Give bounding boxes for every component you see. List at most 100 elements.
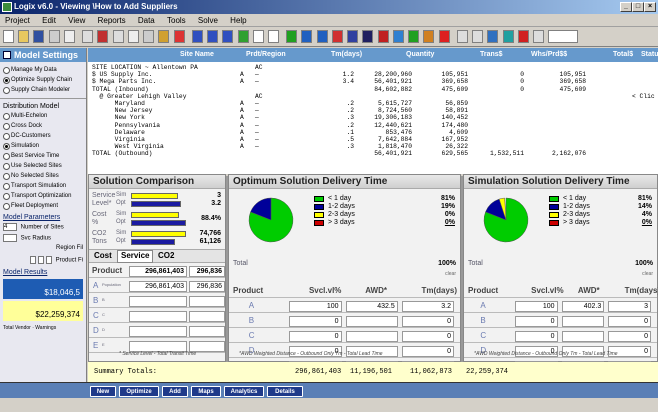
network-icon[interactable] [191, 30, 203, 43]
radio-distribution-8[interactable]: Transport Optimization [0, 191, 86, 201]
page-icon[interactable] [456, 30, 468, 43]
maps-button[interactable]: Maps [191, 386, 221, 397]
table-cell-s[interactable]: 0 [514, 316, 558, 327]
export-icon[interactable] [472, 30, 484, 43]
table-cell-s[interactable]: 100 [514, 301, 558, 312]
comparison-product-row[interactable]: CC [89, 308, 225, 323]
menu-help[interactable]: Help [230, 16, 246, 25]
table-cell-a[interactable] [345, 316, 398, 327]
comparison-product-row[interactable]: A Population 296,861,403 296,836 [89, 278, 225, 293]
radio-optimize-supply-chain[interactable]: Optimize Supply Chain [0, 75, 86, 85]
new-file-icon[interactable] [3, 30, 14, 43]
sync-icon[interactable] [502, 30, 514, 43]
table-row[interactable]: C 0 0 [464, 328, 657, 343]
col-tm-days[interactable]: Tm(days) [331, 48, 362, 62]
radio-manage-data[interactable]: Manage My Data [0, 65, 86, 75]
table-row[interactable]: B 0 0 [464, 313, 657, 328]
radio-distribution-1[interactable]: Cross Dock [0, 121, 86, 131]
clear-button[interactable]: clear [642, 271, 653, 277]
table-cell-a[interactable]: 432.5 [345, 301, 398, 312]
col-total[interactable]: Total$ [613, 48, 633, 62]
grid-row[interactable]: Virginia A — .5 7,642,884 167,952 [92, 136, 654, 143]
tab-service[interactable]: Service [117, 250, 154, 263]
copy-icon[interactable] [82, 30, 94, 43]
money-icon[interactable] [408, 30, 420, 43]
radio-distribution-0[interactable]: Multi-Echelon [0, 111, 86, 121]
table-cell-s[interactable]: 100 [289, 301, 342, 312]
alert-icon[interactable] [377, 30, 389, 43]
run-icon[interactable] [286, 30, 298, 43]
minimize-button[interactable]: _ [620, 2, 632, 12]
col-trans[interactable]: Trans$ [480, 48, 503, 62]
slider-tick-icon[interactable] [29, 256, 36, 264]
table-cell-a[interactable] [345, 331, 398, 342]
menu-project[interactable]: Project [5, 16, 30, 25]
col-whs-prd[interactable]: Whs/Prd$$ [531, 48, 567, 62]
col-status[interactable]: Statu [641, 48, 658, 62]
menu-tools[interactable]: Tools [167, 16, 186, 25]
grid-row[interactable]: New York A — .3 19,306,183 140,452 [92, 114, 654, 121]
grid-row[interactable]: Maryland A — .2 5,615,727 56,859 [92, 100, 654, 107]
table-cell-t[interactable]: 0 [401, 346, 454, 357]
simulate-icon[interactable] [316, 30, 328, 43]
product-value-1[interactable] [129, 326, 187, 337]
product-value-2[interactable] [189, 296, 225, 307]
table-icon[interactable] [127, 30, 139, 43]
record-icon[interactable] [517, 30, 529, 43]
radio-supply-chain-modeler[interactable]: Supply Chain Modeler [0, 85, 86, 95]
col-site-name[interactable]: Site Name [180, 48, 214, 62]
map-icon[interactable] [392, 30, 404, 43]
warehouse-icon[interactable] [237, 30, 249, 43]
model-results-link[interactable]: Model Results [0, 266, 86, 277]
analytics-button[interactable]: Analytics [224, 386, 264, 397]
table-cell-a[interactable] [561, 331, 605, 342]
comparison-product-row[interactable]: DD [89, 323, 225, 338]
table-cell-t[interactable]: 0 [608, 331, 651, 342]
site-grid[interactable]: SITE LOCATION ~ Allentown PA AC $ US Suppl… [88, 62, 658, 174]
comparison-product-row[interactable]: BB [89, 293, 225, 308]
radio-distribution-4[interactable]: Best Service Time [0, 151, 86, 161]
target-icon[interactable] [438, 30, 450, 43]
save-icon[interactable] [33, 30, 45, 43]
radio-distribution-2[interactable]: DC-Customers [0, 131, 86, 141]
grid-row[interactable]: Pennsylvania A — .2 12,440,621 174,480 [92, 122, 654, 129]
table-cell-a[interactable] [561, 316, 605, 327]
table-cell-s[interactable]: 0 [289, 316, 342, 327]
table-row[interactable]: C 0 0 [229, 328, 460, 343]
filter-icon[interactable] [267, 30, 279, 43]
radio-distribution-9[interactable]: Fleet Deployment [0, 201, 86, 211]
radio-distribution-7[interactable]: Transport Simulation [0, 181, 86, 191]
paste-icon[interactable] [112, 30, 124, 43]
preview-icon[interactable] [63, 30, 75, 43]
table-row[interactable]: B 0 0 [229, 313, 460, 328]
menu-view[interactable]: View [68, 16, 85, 25]
table-cell-t[interactable]: 0 [401, 316, 454, 327]
zoom-icon[interactable] [252, 30, 264, 43]
sites-icon[interactable] [207, 30, 219, 43]
product-value-1[interactable] [129, 296, 187, 307]
globe-icon[interactable] [331, 30, 343, 43]
new-button[interactable]: New [90, 386, 116, 397]
grid-row[interactable]: New Jersey A — .2 8,724,560 58,891 [92, 107, 654, 114]
menu-reports[interactable]: Reports [98, 16, 126, 25]
product-value-1[interactable]: 296,861,403 [129, 281, 187, 292]
radio-distribution-6[interactable]: No Selected Sites [0, 171, 86, 181]
grid-row[interactable]: SITE LOCATION ~ Allentown PA AC [92, 64, 654, 71]
number-of-sites-input[interactable]: 4 [3, 223, 17, 231]
grid-row[interactable]: Delaware A — .1 853,476 4,609 [92, 129, 654, 136]
menu-solve[interactable]: Solve [198, 16, 218, 25]
table-cell-s[interactable]: 0 [289, 331, 342, 342]
optimize-button[interactable]: Optimize [119, 386, 159, 397]
table-cell-t[interactable]: 3 [608, 301, 651, 312]
menu-edit[interactable]: Edit [42, 16, 56, 25]
add-button[interactable]: Add [162, 386, 188, 397]
clear-button[interactable]: clear [445, 271, 456, 277]
col-quantity[interactable]: Quantity [406, 48, 434, 62]
tab-co2[interactable]: CO2 [155, 251, 177, 260]
stop-icon[interactable] [173, 30, 185, 43]
product-value-2[interactable]: 296,836 [189, 281, 225, 292]
close-button[interactable]: × [644, 2, 656, 12]
grid-row[interactable]: TOTAL (Outbound) 56,401,921 629,565 1,532,5… [92, 150, 654, 157]
table-cell-a[interactable]: 402.3 [561, 301, 605, 312]
model-parameters-link[interactable]: Model Parameters [0, 211, 86, 222]
